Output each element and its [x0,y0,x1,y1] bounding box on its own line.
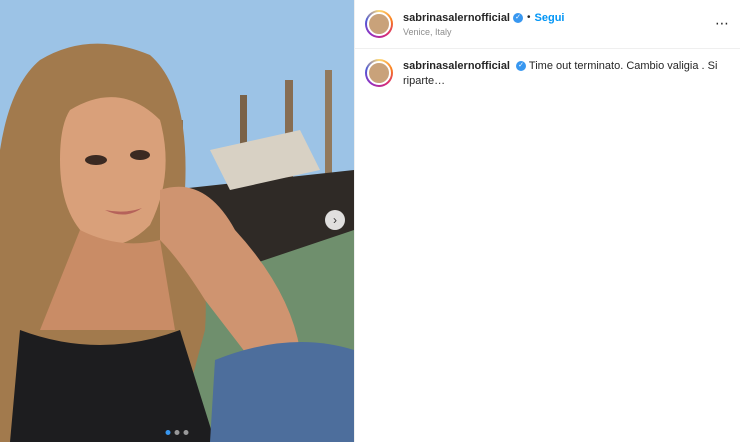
carousel-dot [174,430,180,435]
username-link[interactable]: sabrinasalernofficial [403,12,510,24]
header-row: sabrinasalernofficial ✓ • Segui [403,12,564,24]
follow-button[interactable]: Segui [535,12,565,24]
header-text: sabrinasalernofficial ✓ • Segui Venice, … [403,12,564,37]
avatar[interactable] [365,59,393,87]
verified-badge-icon: ✓ [516,61,527,72]
chevron-right-icon: › [333,213,337,227]
carousel-dot [165,430,171,435]
carousel-indicator [165,430,189,435]
post-header: sabrinasalernofficial ✓ • Segui Venice, … [355,0,740,49]
caption-text: sabrinasalernofficial ✓ Time out termina… [403,59,723,89]
carousel-next-button[interactable]: › [325,210,345,230]
profile-photo [367,12,391,36]
caption-block: sabrinasalernofficial ✓ Time out termina… [355,49,740,99]
location-link[interactable]: Venice, Italy [403,27,564,37]
instagram-post: › sabrinasalernofficial ✓ • Segui Venice… [0,0,740,442]
post-photo[interactable]: › [0,0,354,442]
verified-badge-icon: ✓ [513,12,523,23]
profile-photo [367,61,391,85]
more-options-icon[interactable]: ⋯ [715,15,730,32]
photo-scene [0,0,354,442]
post-sidebar: sabrinasalernofficial ✓ • Segui Venice, … [354,0,740,442]
caption-username[interactable]: sabrinasalernofficial [403,60,510,72]
avatar[interactable] [365,10,393,38]
separator: • [527,12,531,23]
carousel-dot [183,430,189,435]
